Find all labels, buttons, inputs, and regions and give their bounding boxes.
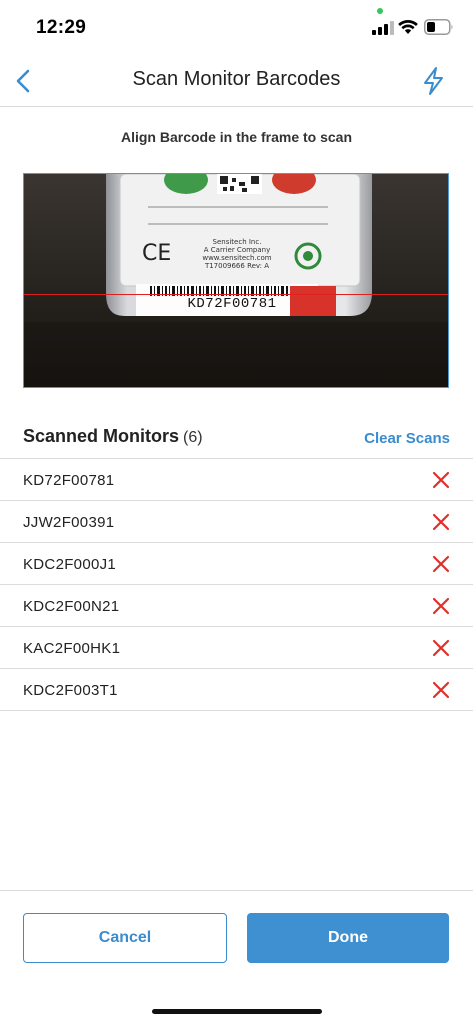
scanned-monitors-header: Scanned Monitors (6) Clear Scans: [0, 418, 473, 459]
device-company-line1: Sensitech Inc.: [213, 238, 262, 246]
list-item: KD72F00781: [0, 459, 473, 501]
list-item: KAC2F00HK1: [0, 627, 473, 669]
home-indicator[interactable]: [152, 1009, 322, 1014]
section-title-text: Scanned Monitors: [23, 426, 180, 446]
camera-image: CE Sensitech Inc. A Carrier Company www.…: [24, 174, 448, 387]
monitor-code: KDC2F000J1: [23, 556, 117, 573]
camera-preview: CE Sensitech Inc. A Carrier Company www.…: [23, 173, 449, 388]
ce-mark: CE: [142, 241, 171, 266]
list-item: KDC2F00N21: [0, 585, 473, 627]
cellular-signal-icon: [372, 21, 394, 35]
remove-x-icon[interactable]: [431, 470, 451, 490]
monitor-code: KDC2F003T1: [23, 682, 118, 699]
camera-barcode-text: KD72F00781: [187, 296, 277, 312]
wifi-icon: [398, 19, 418, 34]
navigation-bar: Scan Monitor Barcodes: [0, 56, 473, 107]
done-button[interactable]: Done: [247, 913, 449, 963]
remove-x-icon[interactable]: [431, 638, 451, 658]
scan-instruction: Align Barcode in the frame to scan: [120, 129, 353, 145]
list-item: KDC2F003T1: [0, 669, 473, 711]
remove-x-icon[interactable]: [431, 680, 451, 700]
monitor-code: KD72F00781: [23, 472, 115, 489]
monitor-code: KDC2F00N21: [23, 598, 120, 615]
scanned-monitors-list: KD72F00781 JJW2F00391 KDC2F000J1 KDC2F00…: [0, 459, 473, 711]
clear-scans-button[interactable]: Clear Scans: [364, 430, 450, 447]
battery-icon: [424, 19, 453, 35]
page-title: Scan Monitor Barcodes: [132, 68, 341, 90]
remove-x-icon[interactable]: [431, 554, 451, 574]
monitor-code: JJW2F00391: [23, 514, 115, 531]
device-company-line4: T17009666 Rev: A: [204, 262, 269, 270]
privacy-indicator-dot: [377, 8, 383, 14]
list-item: KDC2F000J1: [0, 543, 473, 585]
footer-divider: [0, 890, 473, 891]
scan-guide-line: [24, 294, 448, 295]
device-company-line2: A Carrier Company: [204, 246, 270, 254]
scanned-count: (6): [183, 429, 203, 446]
monitor-code: KAC2F00HK1: [23, 640, 121, 657]
list-item: JJW2F00391: [0, 501, 473, 543]
status-bar: 12:29: [0, 0, 473, 56]
remove-x-icon[interactable]: [431, 512, 451, 532]
section-title: Scanned Monitors (6): [23, 426, 203, 447]
remove-x-icon[interactable]: [431, 596, 451, 616]
status-time: 12:29: [36, 17, 87, 38]
device-company-line3: www.sensitech.com: [202, 254, 271, 262]
lightning-bolt-icon[interactable]: [420, 64, 448, 98]
cancel-button[interactable]: Cancel: [23, 913, 227, 963]
